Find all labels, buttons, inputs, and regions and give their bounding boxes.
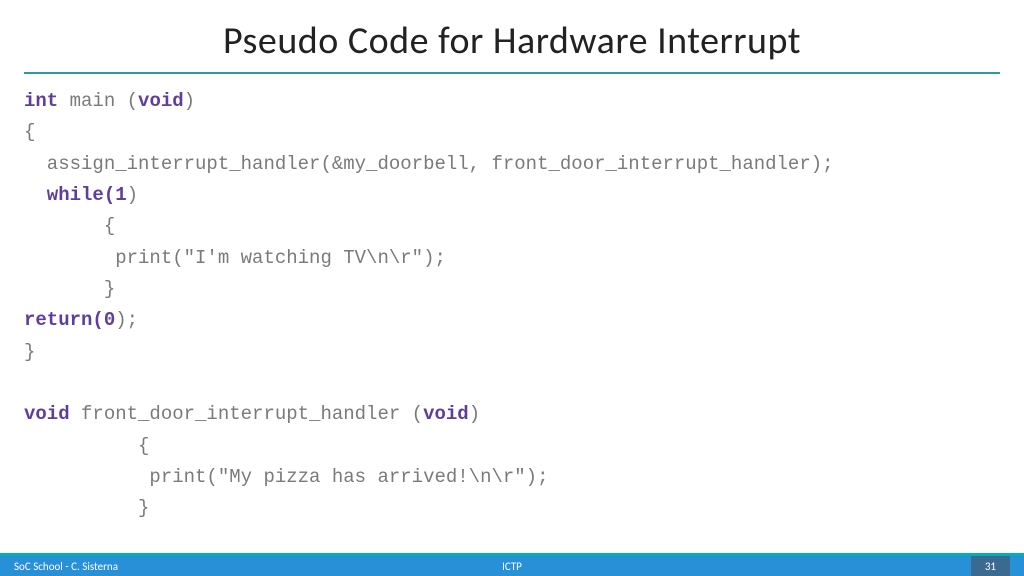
keyword-void: void bbox=[24, 403, 70, 425]
code-text: } bbox=[24, 278, 115, 300]
code-block: int main (void) { assign_interrupt_handl… bbox=[0, 86, 1024, 525]
code-text: print("My pizza has arrived!\n\r"); bbox=[24, 466, 549, 488]
footer-center-text: ICTP bbox=[502, 560, 522, 573]
keyword-while: while(1 bbox=[24, 184, 127, 206]
code-text: main ( bbox=[58, 90, 138, 112]
page-number: 31 bbox=[971, 556, 1010, 576]
slide-title: Pseudo Code for Hardware Interrupt bbox=[0, 0, 1024, 72]
footer-left-text: SoC School - C. Sisterna bbox=[14, 560, 118, 573]
footer-bar: SoC School - C. Sisterna ICTP 31 bbox=[0, 556, 1024, 576]
keyword-return: return(0 bbox=[24, 309, 115, 331]
code-text: ) bbox=[184, 90, 195, 112]
keyword-void: void bbox=[138, 90, 184, 112]
code-text: front_door_interrupt_handler ( bbox=[70, 403, 423, 425]
code-text: { bbox=[24, 215, 115, 237]
code-text: ) bbox=[127, 184, 138, 206]
code-text: { bbox=[24, 121, 35, 143]
code-text: } bbox=[24, 497, 149, 519]
code-text: print("I'm watching TV\n\r"); bbox=[24, 247, 446, 269]
keyword-int: int bbox=[24, 90, 58, 112]
code-text: } bbox=[24, 341, 35, 363]
code-text: ) bbox=[469, 403, 480, 425]
title-divider bbox=[24, 72, 1000, 74]
keyword-void: void bbox=[423, 403, 469, 425]
code-text: { bbox=[24, 435, 149, 457]
code-text: ); bbox=[115, 309, 138, 331]
code-text: assign_interrupt_handler(&my_doorbell, f… bbox=[24, 153, 834, 175]
